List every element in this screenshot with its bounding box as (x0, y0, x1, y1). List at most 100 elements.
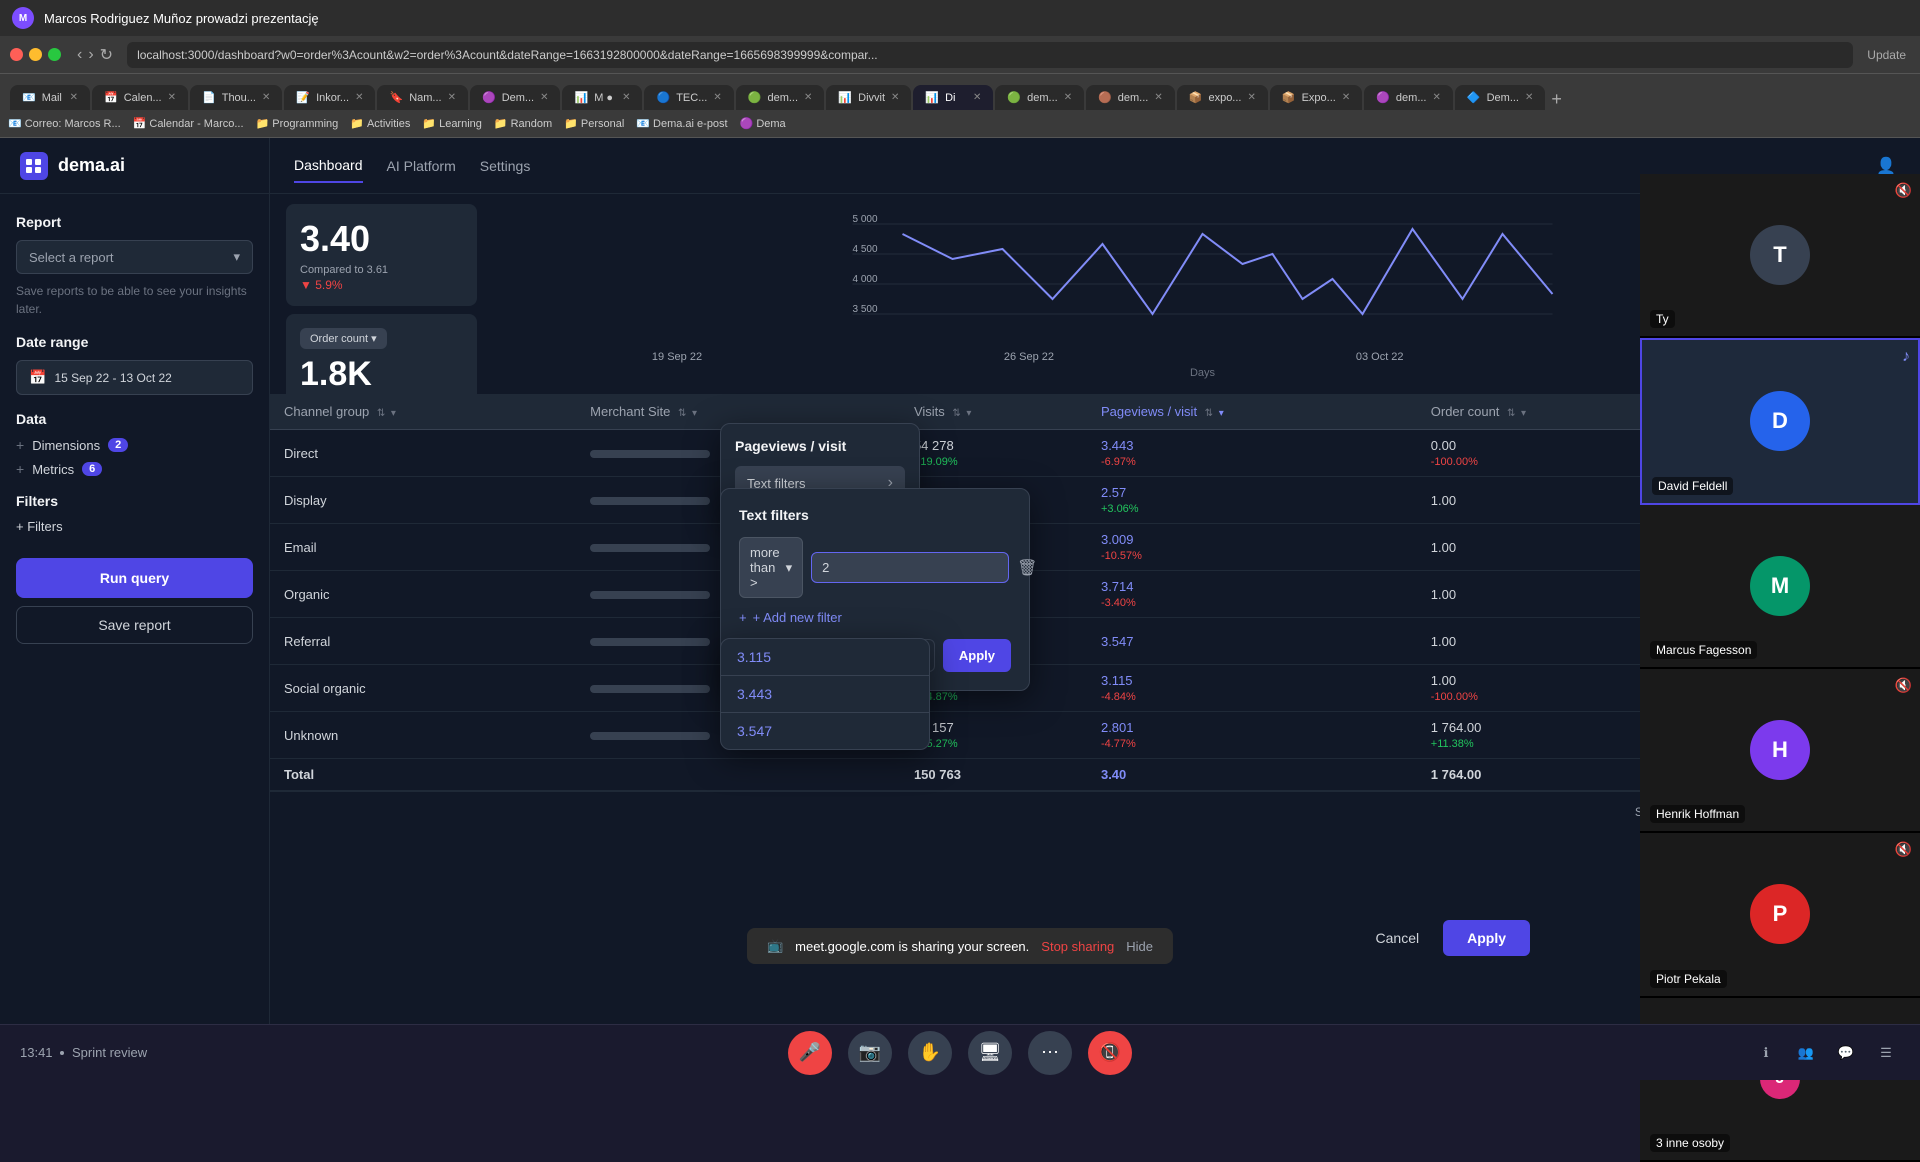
tab-divvit[interactable]: 📊Divvit✕ (826, 85, 911, 110)
tab-mail[interactable]: 📧Mail✕ (10, 85, 90, 110)
camera-button[interactable]: 📷 (848, 1031, 892, 1075)
meeting-avatar: M (12, 7, 34, 29)
participant-name-henrik: Henrik Hoffman (1650, 805, 1745, 823)
bookmark-dema[interactable]: 🟣Dema (740, 117, 786, 130)
bookmark-activities[interactable]: 📁Activities (350, 117, 410, 130)
add-filter-button[interactable]: + Filters (16, 519, 253, 534)
value-item-3[interactable]: 3.547 (721, 713, 929, 749)
nav-settings[interactable]: Settings (480, 150, 531, 182)
close-traffic-light[interactable] (10, 48, 23, 61)
stop-sharing-button[interactable]: Stop sharing (1041, 939, 1114, 954)
tab-expo2[interactable]: 📦Expo...✕ (1270, 85, 1362, 110)
col-visits[interactable]: Visits ⇅ ▾ (900, 394, 1087, 430)
tab-dem2[interactable]: 🟢dem...✕ (736, 85, 825, 110)
tab-dem6[interactable]: 🔷Dem...✕ (1455, 85, 1546, 110)
tab-thou[interactable]: 📄Thou...✕ (190, 85, 282, 110)
nav-dashboard[interactable]: Dashboard (294, 149, 363, 183)
tab-tec[interactable]: 🔵TEC...✕ (644, 85, 733, 110)
visits-total: 150 763 (900, 759, 1087, 791)
bottom-apply-button[interactable]: Apply (1443, 920, 1530, 956)
dimensions-item[interactable]: + Dimensions 2 (16, 437, 253, 453)
add-new-filter-button[interactable]: + + Add new filter (739, 610, 1011, 625)
back-button[interactable]: ‹ (77, 46, 82, 64)
svg-text:5 000: 5 000 (853, 214, 878, 225)
report-section: Report Select a report ▾ Save reports to… (16, 214, 253, 318)
more-options-button[interactable]: ⋯ (1028, 1031, 1072, 1075)
tab-nam[interactable]: 🔖Nam...✕ (377, 85, 468, 110)
filter-icon-pv[interactable]: ▾ (1219, 408, 1224, 419)
tab-close-icon[interactable]: ✕ (973, 92, 981, 103)
tab-dem3[interactable]: 🟢dem...✕ (995, 85, 1084, 110)
bookmark-calendar[interactable]: 📅Calendar - Marco... (133, 117, 244, 130)
col-pv[interactable]: Pageviews / visit ⇅ ▾ (1087, 394, 1417, 430)
date-range-button[interactable]: 📅 15 Sep 22 - 13 Oct 22 (16, 360, 253, 395)
metrics-item[interactable]: + Metrics 6 (16, 461, 253, 477)
filter-icon-oc[interactable]: ▾ (1521, 408, 1526, 419)
condition-select[interactable]: more than > ▾ (739, 537, 803, 598)
filter-icon-merchant[interactable]: ▾ (692, 408, 697, 419)
bookmark-personal[interactable]: 📁Personal (564, 117, 624, 130)
participant-name-david: David Feldell (1652, 477, 1733, 495)
bookmark-random[interactable]: 📁Random (494, 117, 552, 130)
sort-icon-channel: ⇅ (377, 408, 385, 419)
participants-icon[interactable]: 👥 (1792, 1039, 1820, 1067)
report-select[interactable]: Select a report ▾ (16, 240, 253, 274)
tab-dem5[interactable]: 🟣dem...✕ (1364, 85, 1453, 110)
filter-value-input[interactable] (811, 552, 1009, 583)
text-filter-row: more than > ▾ 🗑 (739, 537, 1011, 598)
dimensions-label: Dimensions (32, 438, 100, 453)
filter-icon-visits[interactable]: ▾ (966, 408, 971, 419)
run-query-button[interactable]: Run query (16, 558, 253, 598)
tab-m[interactable]: 📊M ●✕ (562, 85, 642, 110)
raise-hand-button[interactable]: ✋ (908, 1031, 952, 1075)
hang-up-button[interactable]: 📵 (1088, 1031, 1132, 1075)
screen-share-button[interactable]: 🖥 (968, 1031, 1012, 1075)
tab-di-active[interactable]: 📊Di✕ (913, 85, 993, 110)
svg-text:3 500: 3 500 (853, 304, 878, 315)
minimize-traffic-light[interactable] (29, 48, 42, 61)
value-item-1[interactable]: 3.115 (721, 639, 929, 676)
user-icon[interactable]: 👤 (1876, 156, 1896, 176)
filter-icon-channel[interactable]: ▾ (391, 408, 396, 419)
channel-unknown: Unknown (270, 712, 576, 759)
meet-notification: 📺 meet.google.com is sharing your screen… (747, 928, 1173, 964)
sort-icon-oc: ⇅ (1507, 408, 1515, 419)
value-item-2[interactable]: 3.443 (721, 676, 929, 713)
sidebar-content: Report Select a report ▾ Save reports to… (0, 194, 269, 1024)
new-tab-button[interactable]: + (1551, 89, 1562, 110)
tab-inkor[interactable]: 📝Inkor...✕ (284, 85, 375, 110)
date-range-label: Date range (16, 334, 253, 350)
visits-direct: 54 278+19.09% (900, 430, 1087, 477)
avatar-henrik: H (1750, 720, 1810, 780)
address-bar[interactable]: localhost:3000/dashboard?w0=order%3Acoun… (127, 42, 1853, 68)
microphone-button[interactable]: 🎤 (788, 1031, 832, 1075)
activities-icon[interactable]: ☰ (1872, 1039, 1900, 1067)
update-button[interactable]: Update (1867, 48, 1906, 62)
chat-icon[interactable]: 💬 (1832, 1039, 1860, 1067)
text-filter-apply-button[interactable]: Apply (943, 639, 1011, 672)
delete-filter-icon[interactable]: 🗑 (1017, 558, 1037, 578)
save-report-button[interactable]: Save report (16, 606, 253, 644)
bookmark-programming[interactable]: 📁Programming (256, 117, 339, 130)
forward-button[interactable]: › (88, 46, 93, 64)
tab-dem4[interactable]: 🟤dem...✕ (1086, 85, 1175, 110)
info-icon[interactable]: ℹ (1752, 1039, 1780, 1067)
tab-dem1[interactable]: 🟣Dem...✕ (470, 85, 561, 110)
bookmark-dema-epost[interactable]: 📧Dema.ai e-post (636, 117, 727, 130)
bottom-actions: Cancel Apply (1360, 920, 1530, 956)
nav-ai-platform[interactable]: AI Platform (387, 150, 456, 182)
order-count-button[interactable]: Order count ▾ (300, 328, 387, 349)
bottom-cancel-button[interactable]: Cancel (1360, 922, 1436, 954)
hide-notification-button[interactable]: Hide (1126, 939, 1153, 954)
tab-expo[interactable]: 📦expo...✕ (1177, 85, 1268, 110)
avatar-david: D (1750, 391, 1810, 451)
presenter-name: Marcos Rodriguez Muñoz prowadzi prezenta… (44, 11, 319, 26)
condition-chevron-icon: ▾ (786, 560, 793, 576)
bookmark-learning[interactable]: 📁Learning (422, 117, 482, 130)
col-channel[interactable]: Channel group ⇅ ▾ (270, 394, 576, 430)
reload-button[interactable]: ↻ (100, 45, 113, 65)
chart-line (903, 229, 1553, 314)
fullscreen-traffic-light[interactable] (48, 48, 61, 61)
bookmark-mail[interactable]: 📧Correo: Marcos R... (8, 117, 121, 130)
tab-calendar[interactable]: 📅Calen...✕ (92, 85, 188, 110)
